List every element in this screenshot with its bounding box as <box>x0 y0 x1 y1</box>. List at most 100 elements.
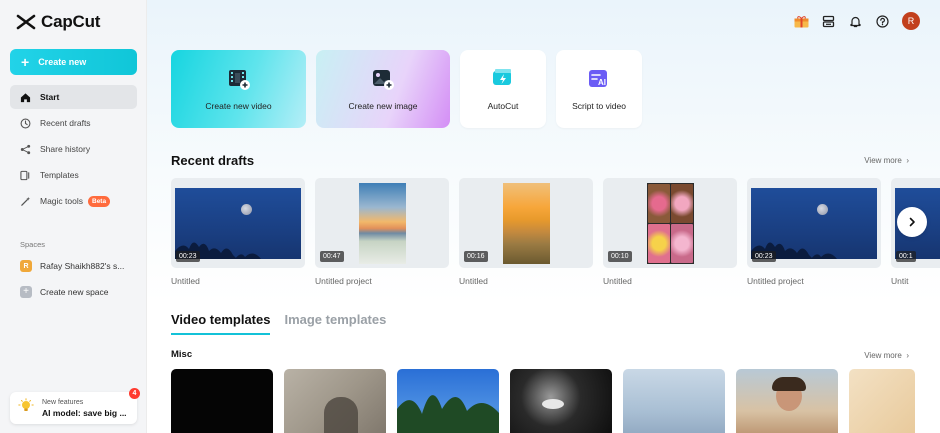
autocut-button[interactable]: AutoCut <box>460 50 546 128</box>
draft-card[interactable]: 00:10 Untitled <box>603 178 737 286</box>
lightbulb-icon <box>18 397 34 419</box>
sidebar: CapCut + Create new Start Recent drafts … <box>0 0 147 433</box>
gift-icon[interactable] <box>794 14 809 29</box>
template-card[interactable] <box>849 369 915 433</box>
plus-icon: + <box>21 54 30 70</box>
create-new-label: Create new <box>38 57 87 67</box>
space-avatar: R <box>20 260 32 272</box>
recent-drafts-list: 00:23 Untitled 00:47 Untitled project 00… <box>171 178 940 286</box>
draft-thumbnail: 00:23 <box>171 178 305 268</box>
chevron-right-icon: › <box>904 351 909 360</box>
chevron-right-icon <box>909 217 915 227</box>
svg-text:AI: AI <box>598 78 606 87</box>
plus-icon: + <box>20 286 32 298</box>
new-features-card[interactable]: New features AI model: save big ... 4 <box>10 388 140 424</box>
duration-badge: 00:10 <box>608 251 632 262</box>
sidebar-item-templates[interactable]: Templates <box>10 163 137 187</box>
capcut-logo-icon <box>16 14 36 30</box>
carousel-next-button[interactable] <box>897 207 927 237</box>
template-card[interactable] <box>510 369 612 433</box>
create-new-button[interactable]: + Create new <box>10 49 137 75</box>
create-new-image-button[interactable]: Create new image <box>316 50 450 128</box>
feature-title: AI model: save big ... <box>42 407 127 418</box>
duration-badge: 00:23 <box>752 251 776 262</box>
sidebar-item-share-history[interactable]: Share history <box>10 137 137 161</box>
templates-icon <box>20 170 31 181</box>
autocut-icon <box>491 67 515 91</box>
night-sky-image <box>751 187 877 259</box>
duration-badge: 00:1 <box>896 251 916 262</box>
draft-title: Untitled <box>459 276 488 286</box>
draft-title: Untitled <box>603 276 632 286</box>
action-label: AutoCut <box>487 101 519 111</box>
template-card[interactable] <box>736 369 838 433</box>
recent-drafts-title: Recent drafts <box>171 153 255 168</box>
main-content: R Create new video Create new image Auto… <box>147 0 940 433</box>
draft-thumbnail: 00:10 <box>603 178 737 268</box>
create-new-video-button[interactable]: Create new video <box>171 50 306 128</box>
clock-icon <box>20 118 31 129</box>
space-item[interactable]: R Rafay Shaikh882's s... <box>20 260 124 272</box>
sidebar-nav: Start Recent drafts Share history Templa… <box>10 85 137 215</box>
spaces-heading: Spaces <box>20 240 46 249</box>
draft-card[interactable]: 00:16 Untitled <box>459 178 593 286</box>
draft-card[interactable]: 00:47 Untitled project <box>315 178 449 286</box>
help-icon[interactable] <box>875 14 890 29</box>
sidebar-item-recent-drafts[interactable]: Recent drafts <box>10 111 137 135</box>
template-tabs: Video templates Image templates <box>171 312 386 335</box>
golden-sunset-image <box>502 182 550 264</box>
duration-badge: 00:47 <box>320 251 344 262</box>
sidebar-item-magic-tools[interactable]: Magic tools Beta <box>10 189 137 213</box>
sidebar-item-label: Share history <box>40 144 91 154</box>
tab-video-templates[interactable]: Video templates <box>171 312 271 335</box>
home-icon <box>20 92 31 103</box>
recent-drafts-view-more[interactable]: View more › <box>864 156 909 165</box>
view-more-label: View more <box>864 351 902 360</box>
create-space-label: Create new space <box>40 287 109 297</box>
template-card[interactable] <box>623 369 725 433</box>
app-name: CapCut <box>41 12 101 31</box>
draft-title: Untitled <box>171 276 200 286</box>
sunset-flowers-image <box>358 182 406 264</box>
storage-icon[interactable] <box>821 14 836 29</box>
draft-thumbnail: 00:47 <box>315 178 449 268</box>
template-card[interactable] <box>397 369 499 433</box>
draft-title: Untitled project <box>315 276 372 286</box>
template-card[interactable] <box>171 369 273 433</box>
sidebar-item-label: Magic tools <box>40 196 83 206</box>
magic-wand-icon <box>20 196 31 207</box>
action-label: Create new video <box>205 101 272 111</box>
template-list <box>171 369 915 433</box>
tab-image-templates[interactable]: Image templates <box>284 312 386 335</box>
draft-title: Untit <box>891 276 909 286</box>
feature-subtitle: New features <box>42 398 84 406</box>
chevron-right-icon: › <box>904 156 909 165</box>
misc-view-more[interactable]: View more › <box>864 351 909 360</box>
bell-icon[interactable] <box>848 14 863 29</box>
draft-thumbnail: 00:23 <box>747 178 881 268</box>
script-ai-icon: AI <box>587 67 611 91</box>
duration-badge: 00:16 <box>464 251 488 262</box>
action-label: Script to video <box>572 101 626 111</box>
draft-card[interactable]: 00:23 Untitled <box>171 178 305 286</box>
draft-title: Untitled project <box>747 276 804 286</box>
capcut-logo[interactable]: CapCut <box>16 12 100 32</box>
script-to-video-button[interactable]: AI Script to video <box>556 50 642 128</box>
draft-card[interactable]: 00:23 Untitled project <box>747 178 881 286</box>
space-name: Rafay Shaikh882's s... <box>40 261 125 271</box>
view-more-label: View more <box>864 156 902 165</box>
user-avatar[interactable]: R <box>902 12 920 30</box>
share-icon <box>20 144 31 155</box>
duration-badge: 00:23 <box>176 251 200 262</box>
create-new-space-button[interactable]: + Create new space <box>20 286 109 298</box>
sidebar-item-label: Recent drafts <box>40 118 91 128</box>
draft-thumbnail: 00:16 <box>459 178 593 268</box>
beta-badge: Beta <box>88 195 111 207</box>
misc-heading: Misc <box>171 349 193 360</box>
donuts-collage-image <box>646 182 694 264</box>
template-card[interactable] <box>284 369 386 433</box>
action-label: Create new image <box>348 101 418 111</box>
sidebar-item-start[interactable]: Start <box>10 85 137 109</box>
quick-actions: Create new video Create new image AutoCu… <box>171 50 642 128</box>
sidebar-item-label: Start <box>40 92 60 102</box>
